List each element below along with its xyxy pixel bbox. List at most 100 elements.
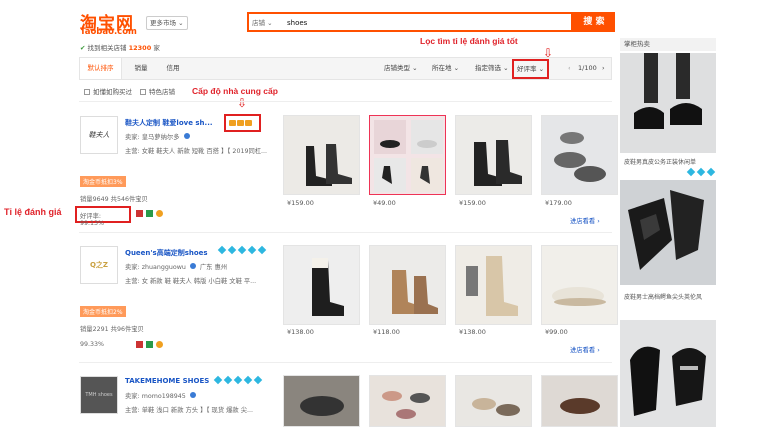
market-label: 更多市场	[150, 19, 176, 27]
product-image[interactable]	[541, 245, 618, 325]
seller-level-badge	[224, 114, 261, 132]
tab-credit[interactable]: 信用	[160, 58, 186, 79]
sidebar-product-image[interactable]	[620, 180, 716, 285]
service-icons	[136, 341, 166, 349]
taobao-logo-text: Taobao.com	[80, 27, 137, 37]
sidebar-product-image[interactable]	[620, 320, 716, 427]
main-products: 主营: 女 新款 鞋 鞋夫人 韩版 小白鞋 文鞋 平...	[125, 278, 257, 285]
service-icon	[146, 210, 153, 217]
checkbox[interactable]	[84, 89, 90, 95]
prev-page-button[interactable]: ‹	[568, 58, 571, 79]
product-image[interactable]	[455, 375, 532, 427]
rating-rate-box: 好评率: 99.13%	[75, 206, 131, 227]
dress-shoes-image	[620, 53, 716, 153]
filter-dropdown[interactable]: 指定筛选 ⌄	[475, 58, 509, 79]
product-price: ¥138.00	[459, 328, 486, 336]
stores-count: 12300	[128, 44, 152, 52]
product-image[interactable]	[541, 375, 618, 427]
checkbox[interactable]	[140, 89, 146, 95]
verified-icon	[189, 263, 196, 269]
search-category-select[interactable]: 店铺 ⌄	[252, 17, 273, 27]
location-dropdown[interactable]: 所在地 ⌄	[432, 58, 459, 79]
option-purchased[interactable]: 如懂如购买过	[84, 86, 132, 96]
search-category-label: 店铺	[252, 19, 265, 27]
search-input[interactable]	[287, 16, 557, 29]
search-bar: 店铺 ⌄	[247, 12, 573, 32]
option-featured[interactable]: 特色店铺	[140, 86, 175, 96]
seller-location: 广东 惠州	[199, 264, 228, 271]
rating-rate: 99.33%	[80, 341, 105, 348]
shoes-image	[284, 376, 359, 426]
sort-toolbar: 默认排序 销量 信用 店铺类型 ⌄ 所在地 ⌄ 指定筛选 ⌄ 好评率 ⌄ ‹ 1…	[79, 57, 612, 80]
stores-prefix: 找到相关店铺	[87, 44, 127, 52]
product-price: ¥138.00	[287, 328, 314, 336]
diamond-icon	[257, 245, 267, 255]
check-icon: ✔	[80, 44, 86, 52]
service-icon	[156, 210, 163, 217]
product-price: ¥179.00	[545, 199, 572, 207]
chevron-down-icon: ⌄	[538, 65, 545, 73]
visit-shop-link[interactable]: 进店看看 ›	[570, 345, 600, 354]
items-count: 共546件宝贝	[110, 196, 148, 203]
product-image[interactable]	[283, 115, 360, 195]
seller-info: 卖家: zhuangguowu 广东 惠州	[125, 262, 227, 271]
shop-logo[interactable]: TMH shoes	[80, 376, 118, 414]
rating-filter-dropdown[interactable]: 好评率 ⌄	[512, 59, 550, 79]
product-image[interactable]	[369, 115, 446, 195]
chevron-down-icon: ⌄	[453, 64, 460, 72]
diamond-icon	[253, 375, 263, 385]
shop-name[interactable]: 鞋夫人定制 鞋爱love sh...	[125, 118, 213, 128]
promo-tag: 淘金币抵扣3%	[80, 176, 126, 187]
annotation-rating-rate: Tỉ lệ đánh giá	[4, 207, 62, 217]
shop-logo-text: Q之Z	[89, 261, 109, 269]
shop-name[interactable]: Queen's高端定制shoes	[125, 248, 208, 258]
boots-image	[284, 246, 359, 324]
diamond-icon	[696, 167, 706, 177]
page-indicator: 1/100	[578, 64, 597, 72]
product-price: ¥159.00	[459, 199, 486, 207]
diamond-icon	[223, 375, 233, 385]
diamond-icon	[706, 167, 716, 177]
shop-logo-text: TMH shoes	[85, 392, 113, 398]
shop-type-dropdown[interactable]: 店铺类型 ⌄	[384, 58, 418, 79]
product-image[interactable]	[369, 375, 446, 427]
filter-label: 指定筛选	[475, 64, 501, 72]
items-count: 共96件宝贝	[110, 326, 144, 333]
option-featured-label: 特色店铺	[149, 88, 175, 96]
shop-logo[interactable]: 鞋夫人	[80, 116, 118, 154]
verified-icon	[183, 133, 190, 139]
diamond-icon	[213, 375, 223, 385]
boots-image	[284, 116, 359, 194]
stores-count-text: ✔ 找到相关店铺 12300 家	[80, 42, 160, 52]
seller-info: 卖家: 皇马萝纳尔多	[125, 132, 192, 141]
shop-name[interactable]: TAKEMEHOME SHOES	[125, 377, 209, 385]
market-dropdown[interactable]: 更多市场 ⌄	[146, 16, 188, 30]
product-image[interactable]	[369, 245, 446, 325]
chevron-down-icon: ⌄	[178, 19, 184, 27]
crown-icon	[237, 120, 244, 126]
service-icon	[136, 341, 143, 348]
product-image[interactable]	[283, 245, 360, 325]
loafers-image	[620, 320, 716, 427]
service-icon	[136, 210, 143, 217]
next-page-button[interactable]: ›	[602, 58, 605, 79]
seller-level-badge	[217, 245, 267, 255]
product-image[interactable]	[455, 245, 532, 325]
sneakers-image	[542, 116, 617, 194]
boots-image	[370, 246, 445, 324]
service-icon	[146, 341, 153, 348]
product-image[interactable]	[541, 115, 618, 195]
tab-default-sort[interactable]: 默认排序	[80, 58, 122, 79]
visit-shop-link[interactable]: 进店看看 ›	[570, 216, 600, 225]
product-image[interactable]	[455, 115, 532, 195]
sidebar-product-image[interactable]	[620, 53, 716, 153]
search-button[interactable]: 搜 索	[573, 12, 615, 32]
shop-type-label: 店铺类型	[384, 64, 410, 72]
product-image[interactable]	[283, 375, 360, 427]
verified-icon	[189, 392, 196, 398]
shop-logo[interactable]: Q之Z	[80, 246, 118, 284]
tab-sales[interactable]: 销量	[128, 58, 154, 79]
location-label: 所在地	[432, 64, 452, 72]
croc-shoes-image	[620, 180, 716, 285]
stores-suffix: 家	[153, 44, 160, 52]
